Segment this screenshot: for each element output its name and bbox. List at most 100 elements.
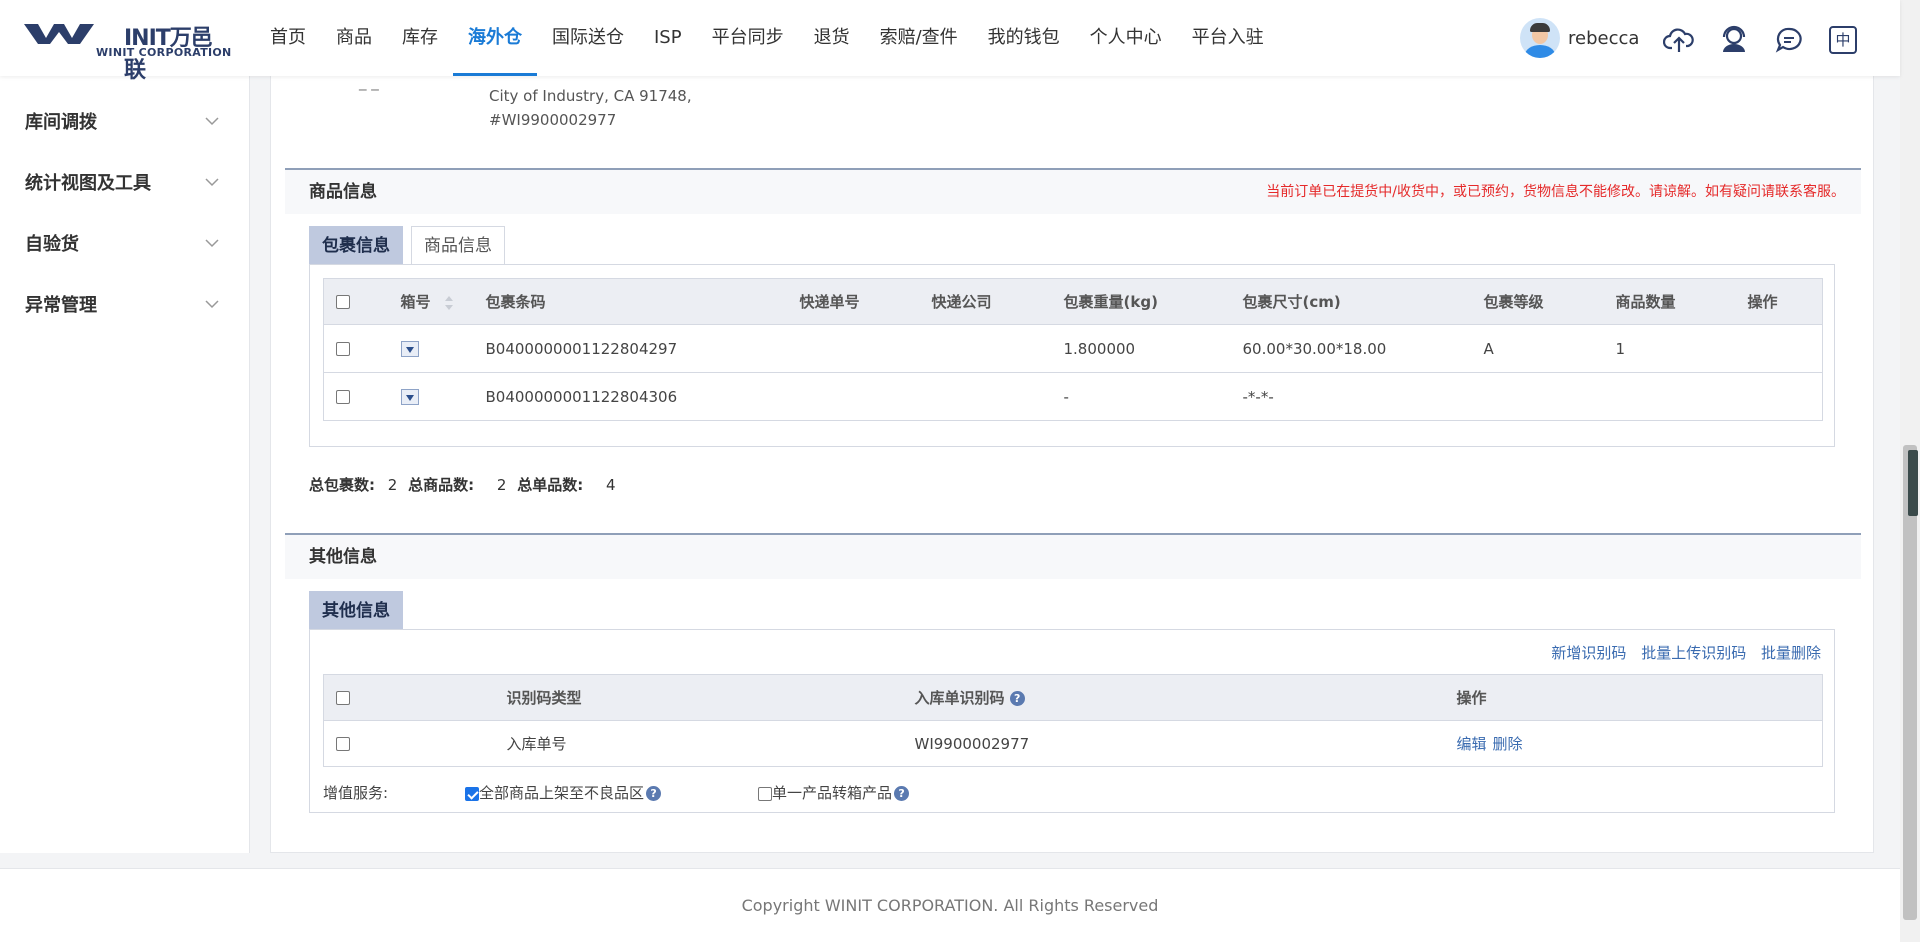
help-icon[interactable]: ? xyxy=(646,786,662,801)
add-code-link[interactable]: 新增识别码 xyxy=(1551,644,1626,662)
vas-option-defective-area[interactable]: 全部商品上架至不良品区? xyxy=(465,782,662,803)
value-added-services: 增值服务: 全部商品上架至不良品区? 单一产品转箱产品? xyxy=(323,782,1823,806)
other-section-title: 其他信息 xyxy=(285,533,1861,579)
help-icon[interactable]: ? xyxy=(894,786,910,801)
select-all-checkbox[interactable] xyxy=(336,691,350,705)
tab-package-info[interactable]: 包裹信息 xyxy=(309,226,403,264)
vas-option-single-to-box[interactable]: 单一产品转箱产品? xyxy=(758,782,910,803)
language-switch-icon[interactable]: 中 xyxy=(1829,26,1857,54)
package-panel: 箱号 包裹条码 快递单号 快递公司 包裹重量(kg) 包裹尺寸(cm) 包裹等级… xyxy=(309,264,1835,447)
cell-barcode: B0400000001122804306 xyxy=(485,387,678,406)
nav-wallet[interactable]: 我的钱包 xyxy=(973,0,1075,76)
nav-international-delivery[interactable]: 国际送仓 xyxy=(537,0,639,76)
identifier-table: 识别码类型 入库单识别码 ? 操作 入库单号 WI9900002977 编辑 删除 xyxy=(323,674,1823,767)
cell-qty xyxy=(1616,373,1748,421)
cell-grade: A xyxy=(1483,324,1616,373)
bulk-upload-code-link[interactable]: 批量上传识别码 xyxy=(1641,644,1746,662)
row-checkbox[interactable] xyxy=(336,342,350,356)
address-line-1: City of Industry, CA 91748, xyxy=(489,87,692,105)
sidebar-item-transfer[interactable]: 库间调拨 xyxy=(0,90,249,151)
page-scrollbar[interactable] xyxy=(1900,0,1920,942)
help-icon[interactable]: ? xyxy=(1009,691,1025,706)
sidebar-item-statistics[interactable]: 统计视图及工具 xyxy=(0,151,249,212)
cell-carrier xyxy=(931,324,1064,373)
expand-row-icon[interactable] xyxy=(400,389,419,405)
nav-home[interactable]: 首页 xyxy=(255,0,321,76)
main-nav: 首页 商品 库存 海外仓 国际送仓 ISP 平台同步 退货 索赔/查件 我的钱包… xyxy=(255,0,1279,76)
user-menu[interactable]: rebecca xyxy=(1520,18,1639,58)
nav-overseas-warehouse[interactable]: 海外仓 xyxy=(453,0,537,76)
nav-claims[interactable]: 索赔/查件 xyxy=(865,0,973,76)
col-qty: 商品数量 xyxy=(1615,278,1748,325)
cell-barcode: B0400000001122804297 xyxy=(485,324,800,373)
col-box-no: 箱号 xyxy=(400,293,431,311)
total-units-label: 总单品数: xyxy=(517,476,584,494)
cell-weight: 1.800000 xyxy=(1063,324,1243,373)
cell-actions xyxy=(1748,373,1823,421)
cell-size: 60.00*30.00*18.00 xyxy=(1242,324,1484,373)
goods-tabs: 包裹信息 商品信息 xyxy=(309,226,513,264)
username[interactable]: rebecca xyxy=(1568,28,1639,49)
chevron-down-icon xyxy=(205,238,219,247)
package-totals: 总包裹数: 2 总商品数: 2 总单品数: 4 xyxy=(309,474,616,495)
code-action-links: 新增识别码 批量上传识别码 批量删除 xyxy=(1541,642,1821,663)
nav-platform-sync[interactable]: 平台同步 xyxy=(697,0,799,76)
col-code-type: 识别码类型 xyxy=(506,674,915,721)
tab-goods-info[interactable]: 商品信息 xyxy=(411,226,505,264)
col-inbound-code: 入库单识别码 ? xyxy=(914,674,1457,721)
total-packages-value: 2 xyxy=(387,476,398,494)
select-all-checkbox[interactable] xyxy=(336,295,350,309)
avatar[interactable] xyxy=(1520,18,1560,58)
edit-link[interactable]: 编辑 xyxy=(1457,735,1487,753)
sidebar-item-exceptions[interactable]: 异常管理 xyxy=(0,273,249,334)
row-checkbox[interactable] xyxy=(336,737,350,751)
chevron-down-icon xyxy=(205,116,219,125)
nav-returns[interactable]: 退货 xyxy=(799,0,865,76)
col-grade: 包裹等级 xyxy=(1483,278,1616,325)
other-tabs: 其他信息 xyxy=(309,591,411,629)
main-content: _ _ City of Industry, CA 91748, #WI99000… xyxy=(270,73,1874,853)
cell-grade xyxy=(1484,373,1616,421)
nav-isp[interactable]: ISP xyxy=(639,0,697,76)
cell-tracking xyxy=(799,324,932,373)
total-units-value: 4 xyxy=(606,476,616,494)
expand-row-icon[interactable] xyxy=(400,341,419,357)
sidebar-item-label: 库间调拨 xyxy=(25,111,97,133)
row-checkbox[interactable] xyxy=(336,390,350,404)
nav-inventory[interactable]: 库存 xyxy=(387,0,453,76)
sidebar-item-self-inspection[interactable]: 自验货 xyxy=(0,212,249,273)
nav-platform-onboarding[interactable]: 平台入驻 xyxy=(1177,0,1279,76)
cell-code-type: 入库单号 xyxy=(506,735,567,753)
sort-icon[interactable] xyxy=(444,295,454,311)
total-packages-label: 总包裹数: xyxy=(309,476,375,494)
table-header-row: 箱号 包裹条码 快递单号 快递公司 包裹重量(kg) 包裹尺寸(cm) 包裹等级… xyxy=(323,278,1823,325)
sidebar-item-label: 自验货 xyxy=(25,233,79,255)
cell-actions: 编辑 删除 xyxy=(1457,721,1823,767)
cell-actions xyxy=(1747,324,1823,373)
tab-other-info[interactable]: 其他信息 xyxy=(309,591,403,629)
logo-subtitle: WINIT CORPORATION xyxy=(96,46,232,59)
winit-logo[interactable]: INIT万邑联 WINIT CORPORATION xyxy=(24,20,232,83)
vas-defective-area-checkbox[interactable] xyxy=(465,786,479,801)
copyright-text: Copyright WINIT CORPORATION. All Rights … xyxy=(741,896,1159,915)
nav-goods[interactable]: 商品 xyxy=(321,0,387,76)
delete-link[interactable]: 删除 xyxy=(1493,735,1523,753)
package-table: 箱号 包裹条码 快递单号 快递公司 包裹重量(kg) 包裹尺寸(cm) 包裹等级… xyxy=(323,278,1823,421)
nav-personal-center[interactable]: 个人中心 xyxy=(1075,0,1177,76)
col-package-barcode: 包裹条码 xyxy=(485,278,800,325)
customer-service-icon[interactable] xyxy=(1718,24,1750,56)
chevron-down-icon xyxy=(205,299,219,308)
cell-size: -*-*- xyxy=(1242,387,1274,406)
vas-label: 增值服务: xyxy=(323,784,389,802)
cloud-upload-icon[interactable] xyxy=(1663,24,1695,56)
col-size: 包裹尺寸(cm) xyxy=(1242,278,1484,325)
chat-icon[interactable] xyxy=(1773,24,1805,56)
cell-qty: 1 xyxy=(1615,324,1748,373)
col-actions: 操作 xyxy=(1456,674,1823,721)
chevron-down-icon xyxy=(205,177,219,186)
scrollbar-thumb[interactable] xyxy=(1903,445,1917,920)
vas-single-to-box-checkbox[interactable] xyxy=(758,786,772,801)
cell-carrier xyxy=(932,373,1064,421)
bulk-delete-link[interactable]: 批量删除 xyxy=(1761,644,1821,662)
table-row: B0400000001122804306 - -*-*- xyxy=(324,373,1823,421)
